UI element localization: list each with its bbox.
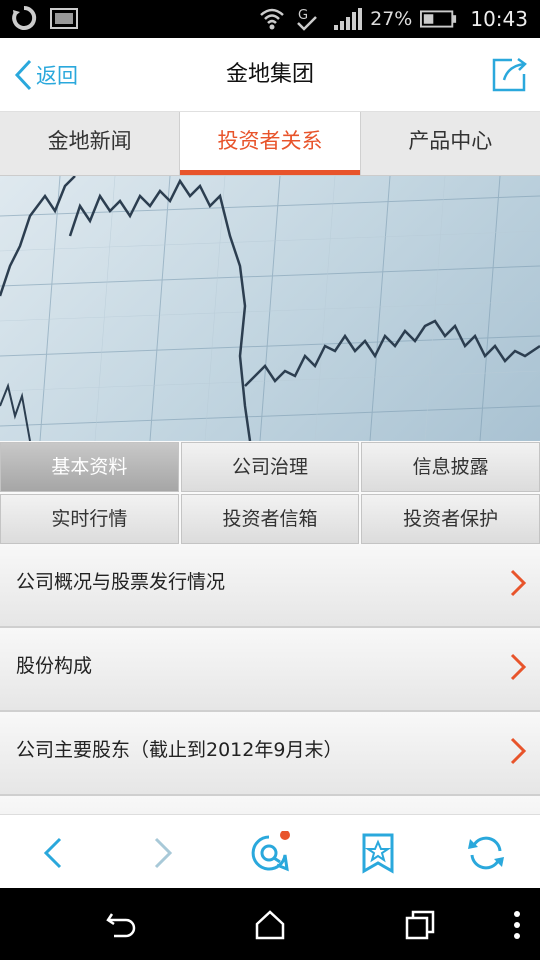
- tab-news[interactable]: 金地新闻: [0, 112, 181, 175]
- back-label: 返回: [36, 64, 78, 88]
- chevron-right-icon: [510, 569, 527, 597]
- subtab-investor-protection[interactable]: 投资者保护: [361, 494, 540, 544]
- overflow-menu-icon[interactable]: [500, 908, 534, 942]
- stock-chart-banner: [0, 176, 540, 441]
- chevron-right-icon: [510, 653, 527, 681]
- back-button[interactable]: 返回: [12, 56, 78, 94]
- chevron-left-icon: [14, 59, 32, 91]
- clock: 10:43: [470, 7, 528, 31]
- subtab-realtime-quotes[interactable]: 实时行情: [0, 494, 179, 544]
- list-item[interactable]: 公司主要股东（截止到2012年9月末）: [0, 712, 540, 796]
- share-icon[interactable]: [490, 56, 530, 94]
- forward-arrow-icon[interactable]: [140, 831, 184, 875]
- android-back-icon[interactable]: [104, 908, 138, 942]
- list-item-label: 公司概况与股票发行情况: [16, 571, 226, 593]
- page-title: 金地集团: [225, 62, 314, 87]
- system-nav-bar: [0, 888, 540, 960]
- android-recents-icon[interactable]: [403, 908, 437, 942]
- stock-chart-image: [0, 176, 540, 441]
- chevron-right-icon: [510, 737, 527, 765]
- battery-percent: 27%: [370, 8, 413, 30]
- main-tabs: 金地新闻 投资者关系 产品中心: [0, 112, 540, 176]
- subtab-disclosure[interactable]: 信息披露: [361, 442, 540, 492]
- subtab-basic-info[interactable]: 基本资料: [0, 442, 179, 492]
- back-arrow-icon[interactable]: [32, 831, 76, 875]
- sub-tab-grid: 基本资料 公司治理 信息披露 实时行情 投资者信箱 投资者保护: [0, 441, 540, 544]
- subtab-investor-mailbox[interactable]: 投资者信箱: [180, 494, 360, 544]
- list-item[interactable]: 股份构成: [0, 628, 540, 712]
- refresh-icon[interactable]: [464, 831, 508, 875]
- list-item-label: 公司主要股东（截止到2012年9月末）: [16, 739, 343, 761]
- list-item-label: 股份构成: [16, 655, 93, 677]
- android-home-icon[interactable]: [253, 908, 287, 942]
- tab-products[interactable]: 产品中心: [361, 112, 540, 175]
- wifi-icon: [260, 8, 284, 30]
- image-icon: [50, 8, 78, 29]
- browser-toolbar: [0, 814, 540, 888]
- g-signal-icon: G: [297, 8, 318, 31]
- app-header: 金地集团 返回: [0, 38, 540, 112]
- sync-icon: [12, 5, 37, 30]
- info-list: 公司概况与股票发行情况 股份构成 公司主要股东（截止到2012年9月末）: [0, 544, 540, 814]
- subtab-governance[interactable]: 公司治理: [180, 442, 360, 492]
- tab-investor-relations[interactable]: 投资者关系: [180, 112, 361, 175]
- bookmark-star-icon[interactable]: [356, 831, 400, 875]
- list-item[interactable]: 公司概况与股票发行情况: [0, 544, 540, 628]
- status-bar: G 27% 10:43: [0, 0, 540, 38]
- cell-signal-icon: [334, 8, 363, 30]
- svg-text:G: G: [298, 8, 308, 23]
- battery-icon: [420, 10, 457, 28]
- search-bubble-icon[interactable]: [247, 831, 291, 875]
- list-item[interactable]: [0, 796, 540, 814]
